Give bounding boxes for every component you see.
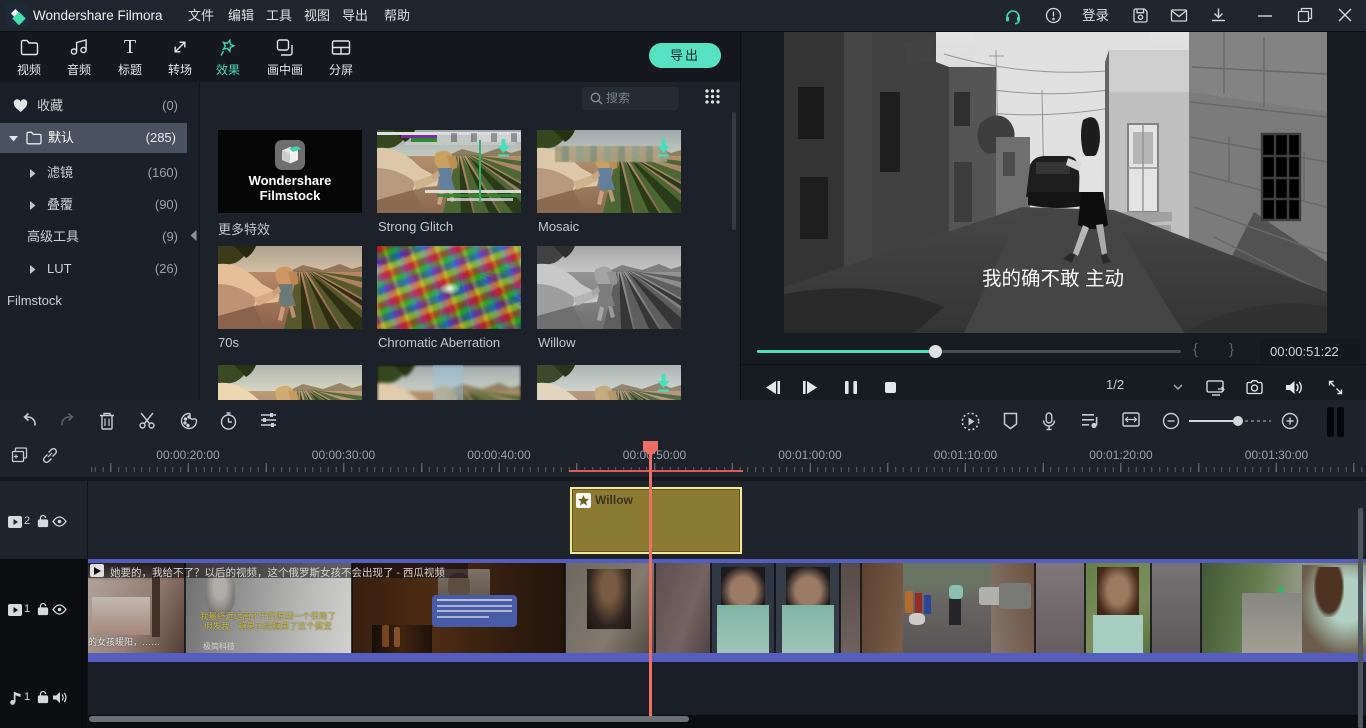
svg-text:我的确不敢 主动: 我的确不敢 主动 bbox=[982, 268, 1124, 290]
